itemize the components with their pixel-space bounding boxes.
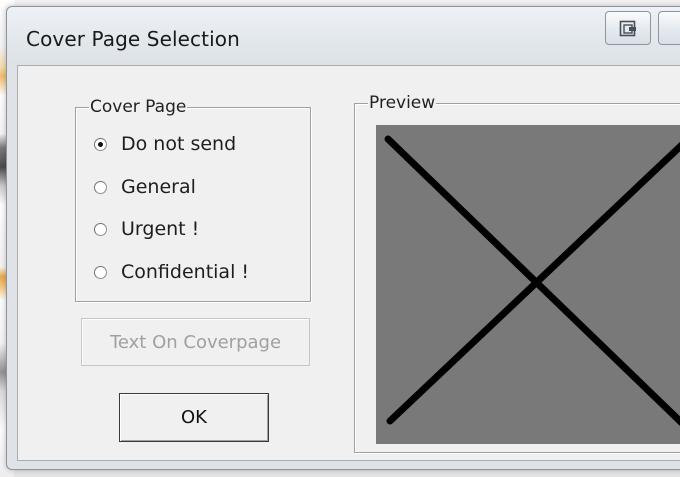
radio-label: Confidential ! (121, 261, 249, 283)
radio-do-not-send[interactable]: Do not send (94, 131, 236, 157)
radio-button[interactable] (94, 222, 107, 236)
dialog-client-area: Cover Page Do not send General Urgent ! … (17, 65, 680, 461)
radio-button[interactable] (94, 180, 107, 194)
preview-legend: Preview (368, 93, 437, 113)
dialog-window: Cover Page Selection Cover Page Do not s… (6, 6, 680, 470)
text-on-coverpage-button[interactable]: Text On Coverpage (81, 318, 310, 366)
radio-button-checked[interactable] (94, 137, 107, 151)
radio-urgent[interactable]: Urgent ! (94, 216, 199, 242)
radio-label: Do not send (121, 133, 237, 155)
ok-button[interactable]: OK (119, 393, 269, 442)
restore-button[interactable] (605, 11, 651, 45)
cover-page-group: Cover Page Do not send General Urgent ! … (75, 98, 311, 302)
radio-label: General (121, 176, 196, 198)
title-bar[interactable]: Cover Page Selection (7, 7, 680, 65)
no-preview-x-icon (384, 135, 680, 427)
maximize-button[interactable] (658, 11, 680, 45)
preview-pane (376, 125, 680, 444)
preview-group: Preview (354, 94, 680, 453)
window-title: Cover Page Selection (26, 27, 240, 51)
radio-general[interactable]: General (94, 174, 196, 200)
restore-icon (619, 20, 636, 37)
cover-page-legend: Cover Page (89, 97, 188, 117)
radio-confidential[interactable]: Confidential ! (94, 259, 249, 285)
radio-label: Urgent ! (121, 218, 200, 240)
radio-button[interactable] (94, 265, 107, 279)
